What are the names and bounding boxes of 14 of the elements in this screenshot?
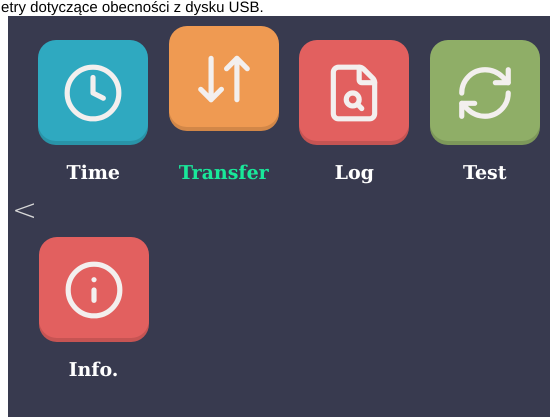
menu-tile[interactable] <box>430 40 540 145</box>
menu-tile[interactable] <box>299 40 410 145</box>
tile-label: Time <box>66 161 120 185</box>
menu-tile[interactable] <box>38 237 148 342</box>
tile-label: Test <box>462 161 507 185</box>
menu-tile[interactable] <box>168 26 279 131</box>
tile-label: Log <box>334 161 374 185</box>
menu-tile[interactable] <box>38 40 148 145</box>
clock-icon <box>62 62 124 124</box>
back-button[interactable]: < <box>12 196 38 226</box>
info-icon <box>62 258 124 320</box>
tile-label: Info. <box>68 358 118 382</box>
tile-label: Transfer <box>178 161 269 185</box>
caption-text: etry dotyczące obecności z dysku USB. <box>0 0 265 16</box>
